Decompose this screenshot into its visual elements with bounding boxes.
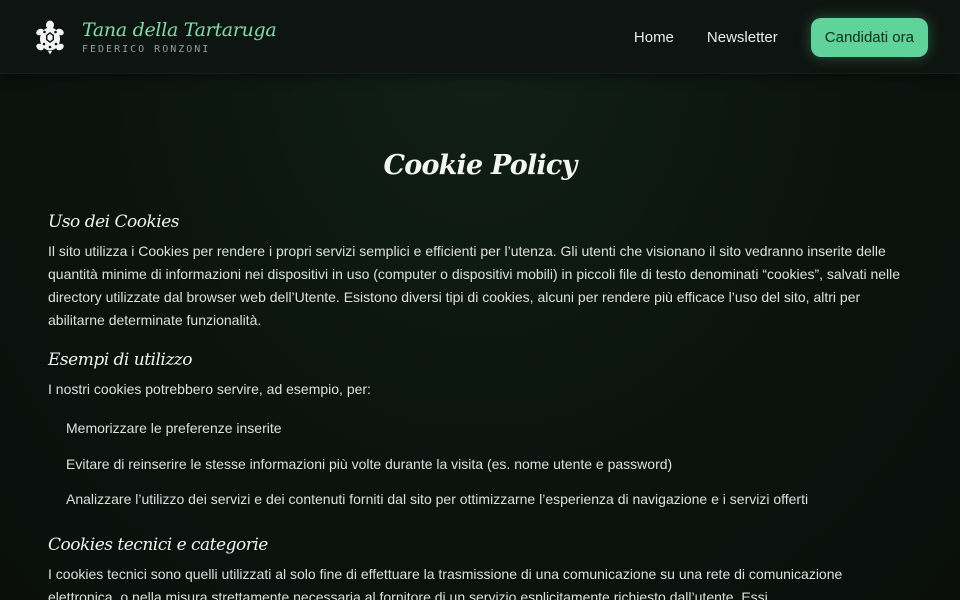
brand[interactable]: Tana della Tartaruga FEDERICO RONZONI [34,19,277,55]
nav-home-link[interactable]: Home [634,29,674,46]
section-cookie-usage: Uso dei Cookies Il sito utilizza i Cooki… [48,210,912,332]
brand-title: Tana della Tartaruga [82,19,277,41]
section-paragraph: I nostri cookies potrebbero servire, ad … [48,381,371,397]
section-technical-cookies: Cookies tecnici e categorie I cookies te… [48,533,912,600]
usage-list: Memorizzare le preferenze inserite Evita… [66,417,912,511]
page-title: Cookie Policy [383,150,578,181]
brand-subtitle: FEDERICO RONZONI [82,44,211,55]
section-heading: Uso dei Cookies [48,212,179,232]
apply-now-button[interactable]: Candidati ora [810,18,928,57]
site-header: Tana della Tartaruga FEDERICO RONZONI Ho… [0,0,960,74]
main-content: Cookie Policy Uso dei Cookies Il sito ut… [48,146,912,600]
main-nav: Home Newsletter Candidati ora [634,18,928,57]
section-paragraph: Il sito utilizza i Cookies per rendere i… [48,243,901,328]
list-item: Analizzare l’utilizzo dei servizi e dei … [66,491,809,507]
section-heading: Esempi di utilizzo [48,350,193,370]
list-item: Memorizzare le preferenze inserite [66,420,282,436]
nav-newsletter-link[interactable]: Newsletter [707,29,778,46]
list-item: Evitare di reinserire le stesse informaz… [66,455,673,472]
section-heading: Cookies tecnici e categorie [48,535,268,555]
section-usage-examples: Esempi di utilizzo I nostri cookies potr… [48,348,912,511]
brand-text: Tana della Tartaruga FEDERICO RONZONI [82,19,277,55]
turtle-icon [36,20,64,55]
section-paragraph: I cookies tecnici sono quelli utilizzati… [48,566,843,600]
